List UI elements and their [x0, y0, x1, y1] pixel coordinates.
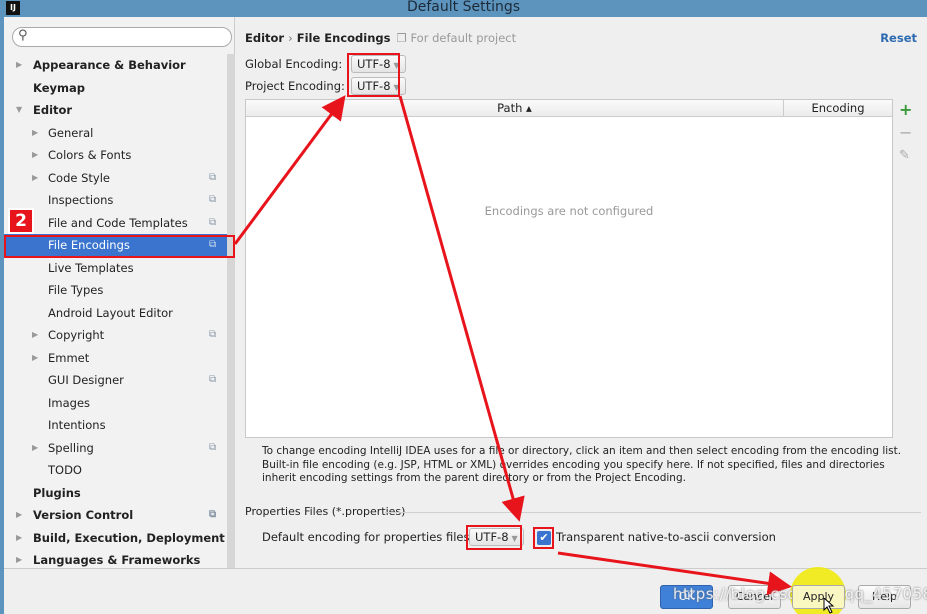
- annotation-overlay: [233, 95, 846, 614]
- cursor-hand-icon: [823, 598, 835, 614]
- annotation-arrow: [398, 95, 525, 522]
- apply-button[interactable]: Apply: [792, 585, 845, 609]
- annotation-arrow: [557, 551, 792, 596]
- annotation-arrow: [233, 95, 346, 245]
